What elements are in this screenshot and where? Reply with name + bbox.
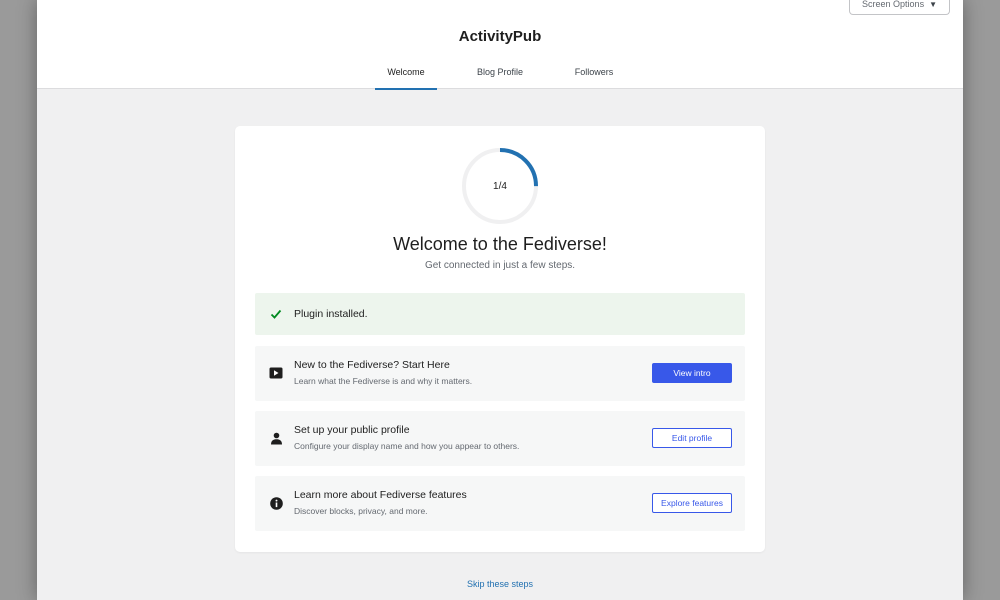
tab-bar: Welcome Blog Profile Followers bbox=[37, 60, 963, 90]
step-description: Learn what the Fediverse is and why it m… bbox=[294, 376, 473, 386]
step-title: Plugin installed. bbox=[294, 308, 368, 320]
tab-followers[interactable]: Followers bbox=[563, 60, 625, 90]
edit-profile-button[interactable]: Edit profile bbox=[652, 428, 732, 448]
checkmark-icon bbox=[269, 307, 283, 321]
tab-welcome[interactable]: Welcome bbox=[375, 60, 437, 90]
welcome-title: Welcome to the Fediverse! bbox=[393, 234, 607, 254]
tab-blog-profile[interactable]: Blog Profile bbox=[469, 60, 531, 90]
screen-options-label: Screen Options bbox=[862, 0, 925, 9]
step-description: Configure your display name and how you … bbox=[294, 441, 520, 451]
onboarding-card: 1/4 Welcome to the Fediverse! Get connec… bbox=[235, 126, 765, 552]
progress-label: 1/4 bbox=[493, 180, 507, 192]
step-plugin-installed: Plugin installed. bbox=[255, 293, 745, 335]
step-public-profile: Set up your public profile Configure you… bbox=[255, 411, 745, 466]
video-icon bbox=[269, 366, 283, 380]
step-title: New to the Fediverse? Start Here bbox=[294, 359, 450, 371]
screen-options-button[interactable]: Screen Options ▼ bbox=[849, 0, 950, 15]
step-description: Discover blocks, privacy, and more. bbox=[294, 506, 428, 516]
admin-window: Screen Options ▼ ActivityPub Welcome Blo… bbox=[37, 0, 963, 600]
step-fediverse-intro: New to the Fediverse? Start Here Learn w… bbox=[255, 346, 745, 401]
welcome-subtitle: Get connected in just a few steps. bbox=[424, 260, 576, 271]
step-title: Set up your public profile bbox=[294, 424, 410, 436]
triangle-down-icon: ▼ bbox=[929, 0, 937, 9]
skip-steps-link[interactable]: Skip these steps bbox=[37, 579, 963, 589]
step-fediverse-features: Learn more about Fediverse features Disc… bbox=[255, 476, 745, 531]
page-header: Screen Options ▼ ActivityPub Welcome Blo… bbox=[37, 0, 963, 90]
app-title: ActivityPub bbox=[458, 28, 542, 45]
info-icon bbox=[269, 496, 283, 510]
person-icon bbox=[269, 431, 283, 445]
step-title: Learn more about Fediverse features bbox=[294, 489, 467, 501]
explore-features-button[interactable]: Explore features bbox=[652, 493, 732, 513]
view-intro-button[interactable]: View intro bbox=[652, 363, 732, 383]
